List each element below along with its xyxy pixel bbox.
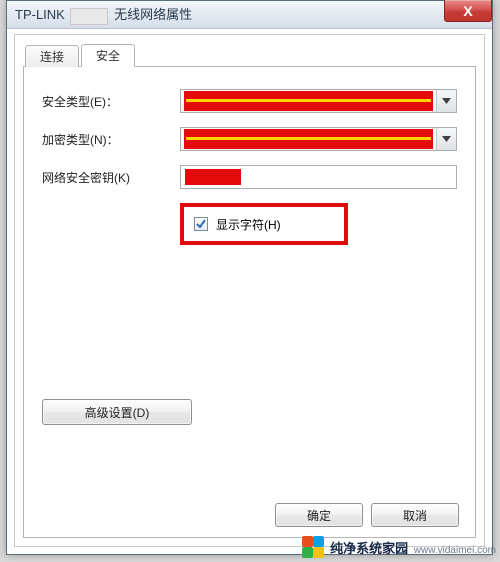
chevron-down-icon [442,136,451,142]
cancel-button[interactable]: 取消 [371,503,459,527]
tab-security-label: 安全 [96,47,120,64]
inner-panel: 连接 安全 安全类型(E)： 加密类型(N)： [23,43,476,538]
combo-security-type-value-redacted [184,91,433,111]
titlebar: TP-LINK 无线网络属性 X [7,1,492,29]
ok-button[interactable]: 确定 [275,503,363,527]
highlight-show-characters: 显示字符(H) [180,203,348,245]
close-button[interactable]: X [444,0,492,22]
title-suffix: 无线网络属性 [114,7,192,22]
ok-button-label: 确定 [307,507,331,524]
cancel-button-label: 取消 [403,507,427,524]
dialog-window: TP-LINK 无线网络属性 X 连接 安全 安全类型(E)： [6,0,493,555]
advanced-settings-label: 高级设置(D) [85,404,150,421]
input-network-key[interactable] [180,165,457,189]
row-encryption-type: 加密类型(N)： [42,127,457,151]
label-encryption-type: 加密类型(N)： [42,131,180,148]
combo-encryption-type-value-redacted [184,129,433,149]
client-area: 连接 安全 安全类型(E)： 加密类型(N)： [14,34,485,547]
chevron-down-icon [442,98,451,104]
window-title: TP-LINK 无线网络属性 [15,4,192,24]
combo-encryption-type[interactable] [180,127,457,151]
title-redacted [70,8,108,25]
tab-security[interactable]: 安全 [81,44,135,67]
combo-encryption-type-arrow[interactable] [436,128,456,150]
tabstrip: 连接 安全 [23,43,476,67]
tab-connect[interactable]: 连接 [25,45,79,67]
input-network-key-value-redacted [185,169,241,185]
combo-security-type-arrow[interactable] [436,90,456,112]
row-security-type: 安全类型(E)： [42,89,457,113]
checkbox-show-characters[interactable] [194,217,208,231]
check-icon [196,219,206,229]
label-show-characters: 显示字符(H) [216,216,281,233]
advanced-settings-button[interactable]: 高级设置(D) [42,399,192,425]
row-network-key: 网络安全密钥(K) [42,165,457,189]
title-prefix: TP-LINK [15,7,65,22]
label-network-key: 网络安全密钥(K) [42,169,180,186]
tab-connect-label: 连接 [40,48,64,65]
combo-security-type[interactable] [180,89,457,113]
close-icon: X [463,3,472,19]
dialog-button-bar: 确定 取消 [275,503,459,527]
label-security-type: 安全类型(E)： [42,93,180,110]
tab-page-security: 安全类型(E)： 加密类型(N)： [23,67,476,538]
